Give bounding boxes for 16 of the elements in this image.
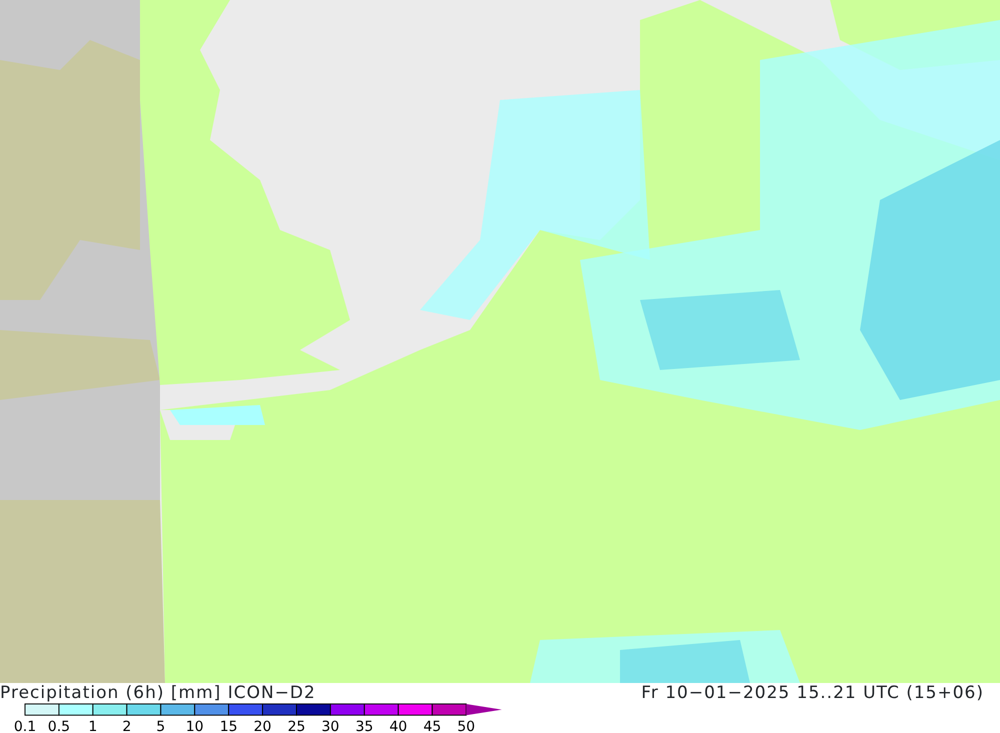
legend-label: 40 [389,719,408,733]
legend-label: 35 [355,719,374,733]
legend-label: 45 [423,719,442,733]
legend-label: 15 [220,719,238,733]
legend-label: 25 [288,719,306,733]
legend-label: 1 [88,719,98,733]
legend-label: 5 [156,719,166,733]
legend-label: 0.1 [14,719,36,733]
map-title: Precipitation (6h) [mm] ICON−D2 [0,683,317,703]
legend-label: 10 [186,719,204,733]
legend-label: 50 [457,719,476,733]
valid-time: Fr 10−01−2025 15..21 UTC (15+06) [641,683,985,705]
legend-label: 30 [322,719,340,733]
legend-label: 20 [254,719,272,733]
legend-label: 0.5 [48,719,70,733]
legend-label: 2 [122,719,132,733]
